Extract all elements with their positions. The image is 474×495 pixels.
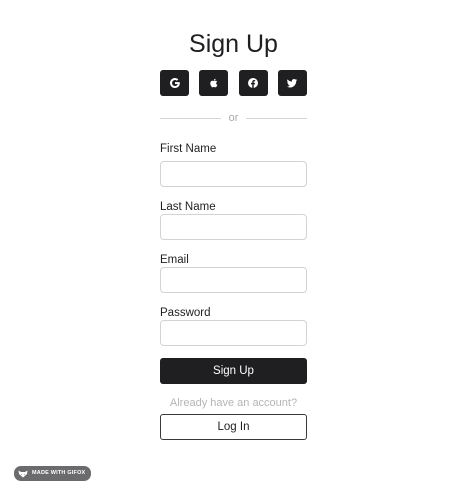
watermark-text: MADE WITH GIFOX — [32, 470, 86, 476]
page-title: Sign Up — [189, 30, 278, 58]
google-signup-button[interactable] — [160, 70, 189, 96]
last-name-input[interactable] — [160, 214, 307, 240]
first-name-input[interactable] — [160, 161, 307, 187]
last-name-label: Last Name — [160, 201, 216, 213]
apple-signup-button[interactable] — [199, 70, 229, 96]
apple-icon — [210, 78, 218, 88]
google-icon — [169, 77, 180, 88]
password-input[interactable] — [160, 320, 307, 346]
first-name-label: First Name — [160, 143, 217, 155]
signup-button[interactable]: Sign Up — [160, 358, 307, 384]
divider-line-left — [160, 117, 221, 119]
or-divider: or — [160, 109, 307, 127]
twitter-icon — [287, 79, 298, 88]
email-label: Email — [160, 254, 189, 266]
social-login-row — [160, 70, 307, 96]
divider-line-right — [246, 117, 307, 119]
account-prompt: Already have an account? — [169, 397, 298, 409]
divider-label: or — [228, 112, 239, 124]
email-input[interactable] — [160, 267, 307, 293]
facebook-icon — [248, 78, 259, 88]
twitter-signup-button[interactable] — [277, 70, 307, 96]
fox-icon — [18, 470, 28, 477]
login-button[interactable]: Log In — [160, 414, 307, 440]
gifox-watermark: MADE WITH GIFOX — [14, 466, 92, 481]
facebook-signup-button[interactable] — [238, 70, 268, 96]
password-label: Password — [160, 307, 211, 319]
